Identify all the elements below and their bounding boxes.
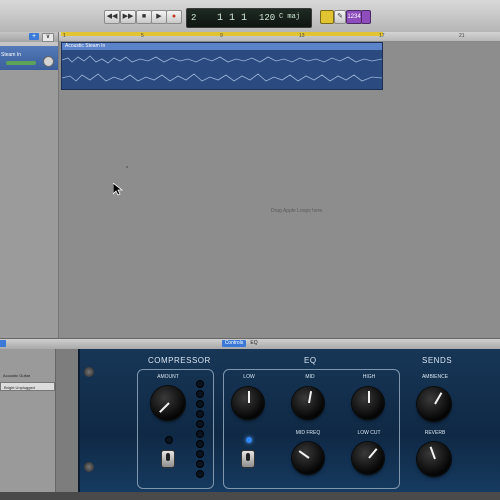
ruler-tick: 21 (459, 33, 465, 39)
tracks-area[interactable]: 1 5 9 13 17 21 Acoustic Steam In Drag Ap… (59, 32, 500, 338)
drop-hint-text: Drag Apple Loops here. (271, 208, 324, 214)
lcd-bar: 2 (191, 13, 197, 23)
low-label: LOW (243, 374, 255, 380)
low-cut-label: LOW CUT (357, 430, 381, 436)
rewind-button[interactable]: ◀◀ (104, 10, 120, 24)
eq-toggle-switch[interactable] (241, 450, 255, 468)
eq-title: EQ (304, 356, 317, 365)
panel-gutter (56, 349, 78, 500)
meter-led (196, 380, 204, 388)
track-name: Steam In (1, 52, 22, 58)
timeline-ruler[interactable]: 1 5 9 13 17 21 (59, 32, 500, 42)
play-button[interactable]: ▶ (151, 10, 167, 24)
meter-led (196, 440, 204, 448)
add-track-icon[interactable]: + (29, 33, 39, 40)
meter-led (196, 390, 204, 398)
track-header[interactable]: Steam In (0, 46, 58, 70)
compressor-toggle-switch[interactable] (161, 450, 175, 468)
library-panel: Acoustic Guitar Bright Unplugged (0, 349, 56, 500)
ambience-knob[interactable] (417, 387, 451, 421)
mid-knob[interactable] (292, 387, 324, 419)
ambience-label: AMBIENCE (421, 374, 449, 380)
meter-led (196, 460, 204, 468)
ruler-tick: 17 (379, 33, 385, 39)
record-button[interactable]: ● (166, 10, 182, 24)
ruler-tick: 13 (299, 33, 305, 39)
meter-led (196, 400, 204, 408)
low-cut-knob[interactable] (352, 442, 384, 474)
reverb-label: REVERB (424, 430, 446, 436)
meter-led (196, 420, 204, 428)
audio-region[interactable]: Acoustic Steam In (61, 42, 383, 90)
tracks-header-bar: + ∨ (0, 32, 58, 42)
low-knob[interactable] (232, 387, 264, 419)
library-item-selected[interactable]: Bright Unplugged (0, 382, 55, 391)
mid-freq-label: MID FREQ (295, 430, 321, 436)
sends-title: SENDS (422, 356, 453, 365)
tab-eq[interactable]: EQ (248, 340, 260, 347)
pan-knob[interactable] (43, 56, 54, 67)
tab-controls[interactable]: Controls (222, 340, 246, 347)
track-volume-slider[interactable] (6, 61, 36, 65)
smart-controls-panel: COMPRESSOR AMOUNT EQ LOW MID HIGH MID FR… (78, 349, 500, 492)
ruler-tick: 9 (220, 33, 223, 39)
lcd-tempo: 120 (259, 13, 276, 23)
master-purple-button[interactable] (361, 10, 371, 24)
lcd-display[interactable]: 2 1 1 1 120 C maj (186, 8, 312, 28)
library-item[interactable]: Acoustic Guitar (0, 371, 55, 380)
lcd-position: 1 1 1 (217, 13, 248, 24)
compressor-title: COMPRESSOR (148, 356, 211, 365)
amount-knob[interactable] (151, 386, 185, 420)
marker-dot (126, 166, 128, 168)
lcd-key: C maj (279, 13, 301, 21)
amount-label: AMOUNT (157, 374, 179, 380)
ruler-tick: 5 (141, 33, 144, 39)
status-led (165, 436, 173, 444)
tracks-header-area: + ∨ Steam In (0, 32, 59, 338)
garageband-window: ◀◀ ▶▶ ■ ▶ ● 2 1 1 1 120 C maj ✎ 1234 + ∨… (0, 0, 500, 500)
high-knob[interactable] (352, 387, 384, 419)
meter-led (196, 470, 204, 478)
count-in-button[interactable]: 1234 (346, 10, 362, 24)
eq-power-led (246, 437, 252, 443)
stop-button[interactable]: ■ (136, 10, 152, 24)
screw-icon (84, 462, 94, 472)
ruler-tick: 1 (63, 33, 66, 39)
control-bar: ◀◀ ▶▶ ■ ▶ ● 2 1 1 1 120 C maj ✎ 1234 (0, 0, 500, 33)
mouse-cursor-icon (113, 183, 123, 196)
meter-led (196, 430, 204, 438)
empty-tracks-area (0, 70, 58, 338)
reverb-knob[interactable] (417, 442, 451, 476)
mid-freq-knob[interactable] (292, 442, 324, 474)
meter-led (196, 410, 204, 418)
meter-led (196, 450, 204, 458)
fast-forward-button[interactable]: ▶▶ (120, 10, 136, 24)
mid-label: MID (305, 374, 315, 380)
waveform (62, 55, 382, 82)
screw-icon (84, 367, 94, 377)
metronome-icon[interactable]: ✎ (334, 10, 346, 24)
filter-icon[interactable]: ∨ (42, 33, 54, 42)
tuner-icon[interactable] (320, 10, 334, 24)
bottom-strip (0, 492, 500, 500)
high-label: HIGH (362, 374, 376, 380)
region-title: Acoustic Steam In (62, 43, 382, 50)
library-toggle[interactable] (0, 340, 6, 347)
